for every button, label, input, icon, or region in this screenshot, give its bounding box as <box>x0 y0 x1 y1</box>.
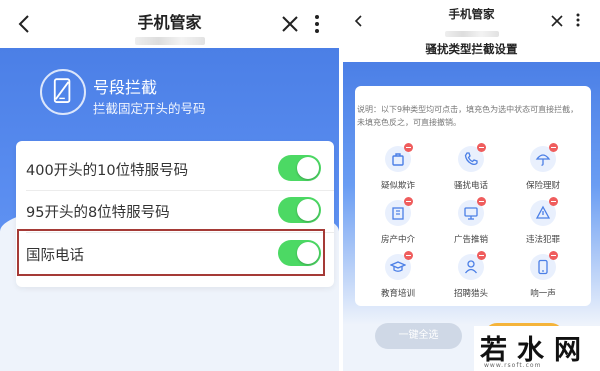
person-icon <box>464 260 478 274</box>
building-icon <box>392 207 404 220</box>
select-all-button[interactable]: 一键全选 <box>375 323 462 349</box>
close-icon[interactable] <box>550 14 564 28</box>
ad-icon <box>464 207 478 220</box>
category-real-estate[interactable]: 房产中介 <box>370 197 426 256</box>
more-options-icon[interactable] <box>576 12 580 28</box>
category-recruitment[interactable]: 招聘猎头 <box>443 251 499 310</box>
watermark-url: www.rsoft.com <box>484 362 542 369</box>
feature-title: 号段拦截 <box>93 78 158 97</box>
bag-icon <box>392 153 404 166</box>
category-one-ring[interactable]: 响一声 <box>515 251 571 310</box>
feature-description: 拦截固定开头的号码 <box>93 101 206 116</box>
phone-block-icon <box>40 69 86 115</box>
toggle-switch[interactable] <box>278 197 321 223</box>
left-phone-screen: 手机管家 号段拦截 拦截固定开头的号码 400开头的10位特服号码 95开头的8 <box>0 0 339 371</box>
graduation-icon <box>390 261 406 272</box>
setting-row-400[interactable]: 400开头的10位特服号码 <box>16 148 334 190</box>
watermark: 若水网 www.rsoft.com <box>474 326 600 371</box>
page-title: 骚扰类型拦截设置 <box>425 42 518 56</box>
category-harassment[interactable]: 骚扰电话 <box>443 143 499 202</box>
category-fraud[interactable]: 疑似欺诈 <box>370 143 426 202</box>
more-options-icon[interactable] <box>314 13 320 35</box>
setting-label: 400开头的10位特服号码 <box>26 163 189 179</box>
umbrella-icon <box>535 154 551 166</box>
close-icon[interactable] <box>280 14 300 34</box>
mobile-icon <box>538 259 548 275</box>
highlight-box <box>17 229 325 276</box>
category-ads[interactable]: 广告推销 <box>443 197 499 256</box>
toggle-switch[interactable] <box>278 155 321 181</box>
app-bar: 手机管家 <box>0 0 339 48</box>
instruction-note: 说明：以下9种类型均可点击，填充色为选中状态可直接拦截，未填充色反之，可直接撤销… <box>357 105 579 127</box>
warning-icon <box>535 205 551 219</box>
setting-label: 95开头的8位特服号码 <box>26 205 170 221</box>
setting-row-95[interactable]: 95开头的8位特服号码 <box>16 190 334 232</box>
phone-icon <box>464 152 478 166</box>
right-phone-screen: 手机管家 骚扰类型拦截设置 说明：以下9种类型均可点击，填充色为选中状态可直接拦… <box>343 0 600 371</box>
category-crime[interactable]: 违法犯罪 <box>515 197 571 256</box>
category-insurance[interactable]: 保险理财 <box>515 143 571 202</box>
category-education[interactable]: 教育培训 <box>370 251 426 310</box>
